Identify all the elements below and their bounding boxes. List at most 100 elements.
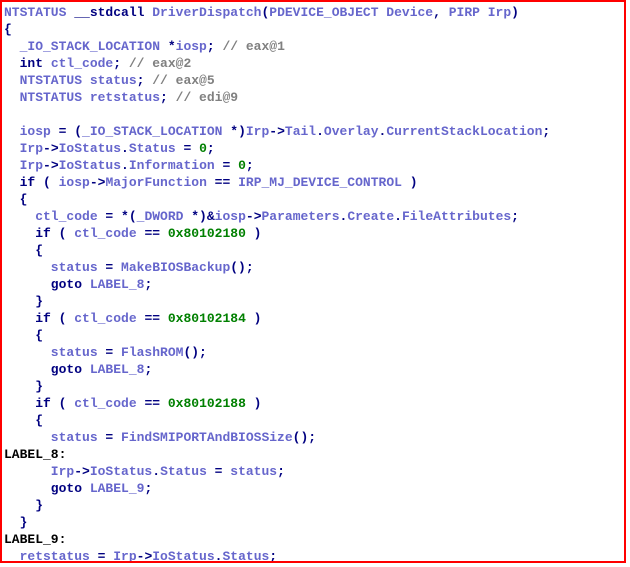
brace: {	[4, 328, 43, 343]
punct: (	[35, 175, 58, 190]
op: ==	[137, 226, 168, 241]
punct: )	[246, 311, 262, 326]
keyword: goto	[4, 481, 82, 496]
var-name: ctl_code	[74, 226, 136, 241]
punct: = *(	[98, 209, 137, 224]
assign: =	[98, 345, 121, 360]
var-name: status	[4, 260, 98, 275]
func-name: DriverDispatch	[152, 5, 261, 20]
dot: .	[316, 124, 324, 139]
member: Overlay	[324, 124, 379, 139]
brace: {	[4, 413, 43, 428]
member: Status	[129, 141, 176, 156]
number: 0x80102180	[168, 226, 246, 241]
label-target: LABEL_8	[82, 277, 144, 292]
punct: ;	[511, 209, 519, 224]
var-name: Irp	[113, 549, 136, 563]
punct: (	[51, 396, 74, 411]
member: IoStatus	[90, 464, 152, 479]
punct: ;	[113, 56, 129, 71]
punct: )	[511, 5, 519, 20]
code-label: LABEL_8:	[4, 447, 66, 462]
op: ==	[207, 175, 238, 190]
param-name: Device	[379, 5, 434, 20]
number: 0x80102184	[168, 311, 246, 326]
var-name: status	[230, 464, 277, 479]
code-content: NTSTATUS __stdcall DriverDispatch(PDEVIC…	[4, 4, 624, 563]
var-name: Irp	[4, 158, 43, 173]
punct: ();	[293, 430, 316, 445]
punct: ;	[144, 277, 152, 292]
dot: .	[394, 209, 402, 224]
punct: ;	[137, 73, 153, 88]
punct: ;	[144, 481, 152, 496]
punct: (	[51, 311, 74, 326]
number: 0x80102188	[168, 396, 246, 411]
punct: ;	[542, 124, 550, 139]
var-name: Irp	[4, 464, 74, 479]
var-name: ctl_code	[74, 311, 136, 326]
number: 0	[238, 158, 246, 173]
punct: ;	[269, 549, 277, 563]
var-name: iosp	[4, 124, 51, 139]
punct: )	[246, 226, 262, 241]
type-name: _IO_STACK_LOCATION	[4, 39, 168, 54]
var-name: status	[4, 430, 98, 445]
var-name: ctl_code	[4, 209, 98, 224]
var-name: Irp	[4, 141, 43, 156]
punct: ;	[246, 158, 254, 173]
keyword: goto	[4, 362, 82, 377]
member: FileAttributes	[402, 209, 511, 224]
type-name: _DWORD	[137, 209, 184, 224]
member: MajorFunction	[105, 175, 206, 190]
punct: ();	[230, 260, 253, 275]
member: IoStatus	[59, 158, 121, 173]
type-name: NTSTATUS	[4, 73, 82, 88]
type-name: NTSTATUS	[4, 90, 82, 105]
dot: .	[152, 464, 160, 479]
arrow: ->	[269, 124, 285, 139]
keyword: goto	[4, 277, 82, 292]
dot: .	[121, 158, 129, 173]
assign: =	[98, 260, 121, 275]
comment: // eax@5	[152, 73, 214, 88]
brace: }	[4, 515, 27, 530]
assign: =	[207, 464, 230, 479]
func-call: MakeBIOSBackup	[121, 260, 230, 275]
code-viewer: NTSTATUS __stdcall DriverDispatch(PDEVIC…	[0, 0, 626, 563]
punct: ;	[277, 464, 285, 479]
var-name: retstatus	[4, 549, 90, 563]
punct: *)&	[183, 209, 214, 224]
member: IoStatus	[59, 141, 121, 156]
brace: {	[4, 22, 12, 37]
var-name: status	[4, 345, 98, 360]
arrow: ->	[246, 209, 262, 224]
var-name: ctl_code	[74, 396, 136, 411]
keyword: if	[4, 226, 51, 241]
member: CurrentStackLocation	[386, 124, 542, 139]
var-name: iosp	[176, 39, 207, 54]
arrow: ->	[90, 175, 106, 190]
arrow: ->	[43, 141, 59, 156]
var-name: status	[82, 73, 137, 88]
assign: =	[90, 549, 113, 563]
punct: ;	[160, 90, 176, 105]
brace: }	[4, 379, 43, 394]
assign: =	[98, 430, 121, 445]
member: Status	[160, 464, 207, 479]
type-name: NTSTATUS	[4, 5, 66, 20]
var-name: ctl_code	[43, 56, 113, 71]
keyword: int	[4, 56, 43, 71]
var-name: iosp	[215, 209, 246, 224]
brace: }	[4, 294, 43, 309]
constant: IRP_MJ_DEVICE_CONTROL	[238, 175, 402, 190]
assign: =	[176, 141, 199, 156]
dot: .	[121, 141, 129, 156]
punct: ();	[183, 345, 206, 360]
comment: // eax@2	[129, 56, 191, 71]
brace: {	[4, 243, 43, 258]
member: Create	[347, 209, 394, 224]
keyword: if	[4, 396, 51, 411]
op: ==	[137, 311, 168, 326]
brace: }	[4, 498, 43, 513]
